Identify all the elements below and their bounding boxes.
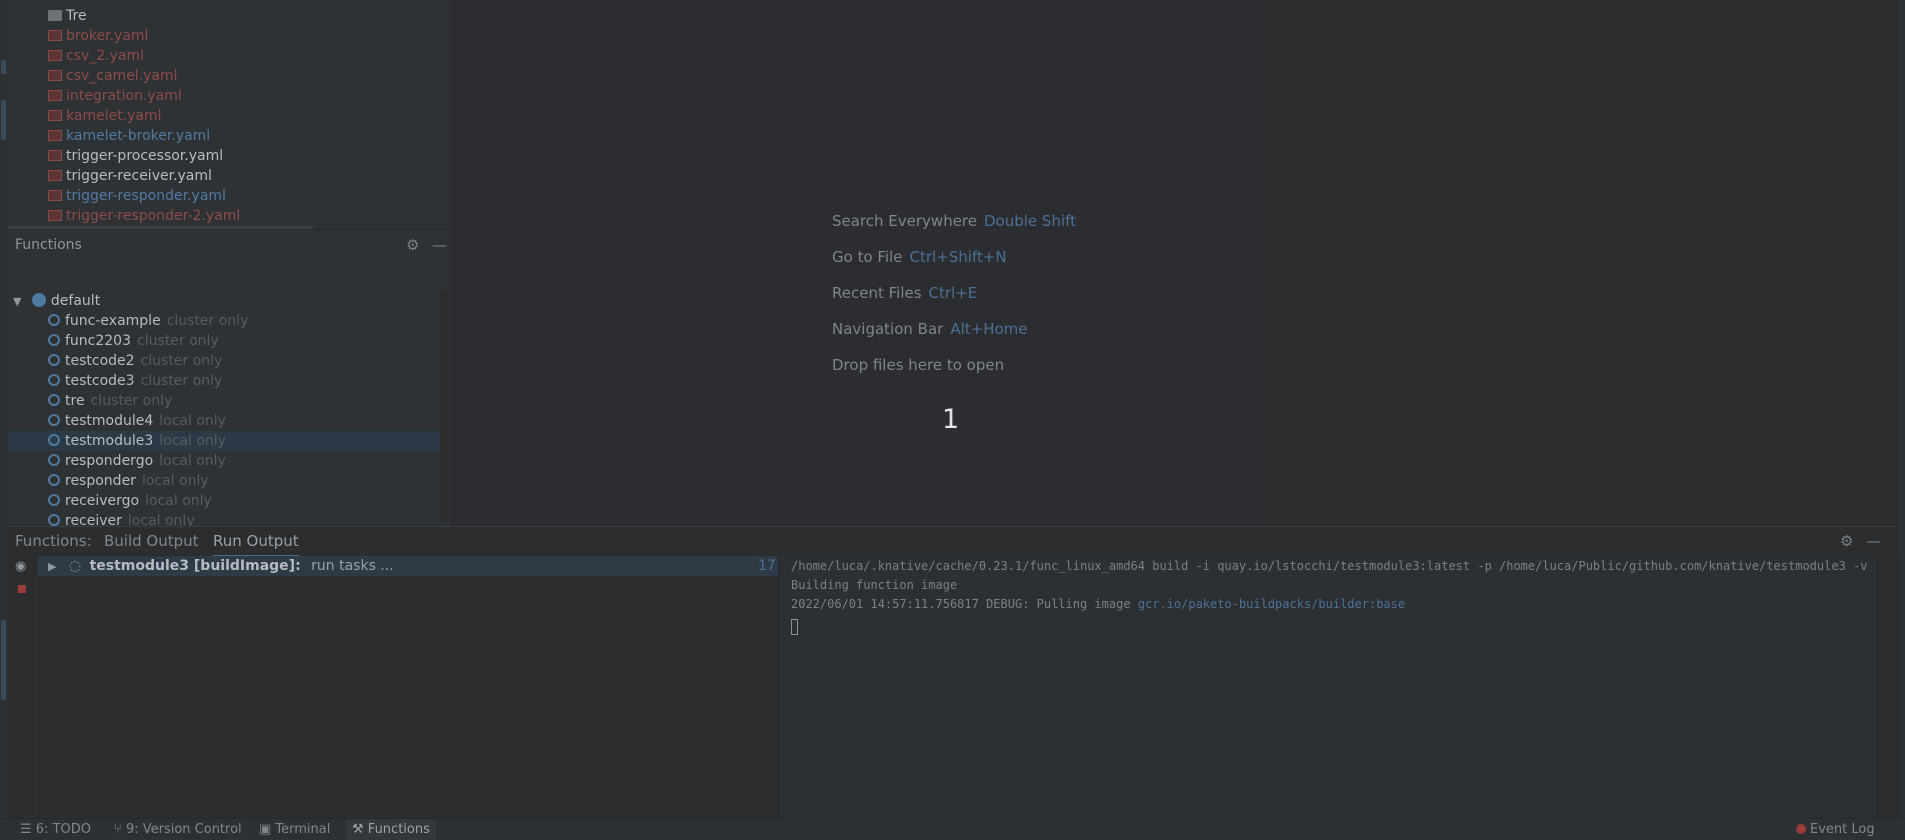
yaml-file-icon	[48, 190, 62, 201]
branch-icon: ⑂	[114, 822, 126, 837]
chevron-down-icon[interactable]: ▼	[13, 295, 21, 308]
console-line: /home/luca/.knative/cache/0.23.1/func_li…	[791, 559, 1868, 573]
globe-icon	[31, 293, 46, 307]
tree-item-file[interactable]: trigger-responder.yaml	[48, 186, 226, 206]
yaml-file-icon	[48, 70, 62, 81]
function-icon	[48, 494, 60, 506]
gear-icon[interactable]: ⚙	[406, 230, 419, 260]
folder-icon	[48, 10, 62, 21]
function-item[interactable]: testcode3 cluster only	[8, 371, 442, 391]
hint-drop-files: Drop files here to open	[832, 356, 1005, 374]
tree-item-file[interactable]: trigger-processor.yaml	[48, 146, 223, 166]
tree-item-file[interactable]: trigger-receiver.yaml	[48, 166, 212, 186]
yaml-file-icon	[48, 150, 62, 161]
step-number-label: 1	[942, 404, 960, 435]
status-item-todo[interactable]: ☰ 6: TODO	[20, 819, 91, 840]
minimize-icon[interactable]: —	[1866, 527, 1881, 555]
function-item[interactable]: func-example cluster only	[8, 311, 442, 331]
run-item-status: run tasks ...	[311, 558, 394, 574]
yaml-file-icon	[48, 170, 62, 181]
gutter-marker	[1, 60, 6, 74]
project-tree: Tre broker.yaml csv_2.yaml csv_camel.yam…	[8, 0, 451, 228]
hint-navigation-bar: Navigation Bar Alt+Home	[832, 320, 1028, 338]
function-icon	[48, 414, 60, 426]
yaml-file-icon	[48, 130, 62, 141]
yaml-file-icon	[48, 210, 62, 221]
spinner-icon: ◌	[68, 558, 82, 574]
tab-bar-prefix: Functions:	[15, 532, 92, 550]
functions-panel: Functions ⚙ — ▼ default func-example clus…	[8, 229, 451, 526]
tree-item-file[interactable]: kamelet-broker.yaml	[48, 126, 210, 146]
status-item-event-log[interactable]: Event Log	[1796, 819, 1875, 840]
run-actions-gutter: ◉	[8, 555, 39, 819]
functions-title: Functions	[15, 237, 82, 253]
function-item[interactable]: testmodule4 local only	[8, 411, 442, 431]
yaml-file-icon	[48, 110, 62, 121]
function-icon	[48, 514, 60, 526]
minimize-icon[interactable]: —	[432, 230, 447, 260]
gear-icon[interactable]: ⚙	[1840, 527, 1853, 555]
console-line: Building function image	[791, 578, 958, 592]
functions-vertical-scrollbar[interactable]	[440, 290, 448, 522]
function-icon	[48, 354, 60, 366]
function-item[interactable]: receivergo local only	[8, 491, 442, 511]
function-item[interactable]: testcode2 cluster only	[8, 351, 442, 371]
stop-icon[interactable]	[18, 585, 26, 593]
status-bar: ☰ 6: TODO ⑂ 9: Version Control ▣ Termina…	[0, 818, 1905, 840]
function-item[interactable]: respondergo local only	[8, 451, 442, 471]
yaml-file-icon	[48, 30, 62, 41]
status-item-version-control[interactable]: ⑂ 9: Version Control	[114, 819, 242, 840]
tab-build-output[interactable]: Build Output	[104, 527, 199, 555]
hint-go-to-file: Go to File Ctrl+Shift+N	[832, 248, 1007, 266]
function-icon	[48, 394, 60, 406]
tree-item-file[interactable]: trigger-responder-2.yaml	[48, 206, 240, 226]
run-output-console[interactable]: /home/luca/.knative/cache/0.23.1/func_li…	[778, 555, 1900, 819]
error-count-badge	[1796, 824, 1806, 834]
function-icon	[48, 454, 60, 466]
functions-header: Functions ⚙ —	[8, 230, 451, 260]
hint-recent-files: Recent Files Ctrl+E	[832, 284, 978, 302]
function-icon	[48, 334, 60, 346]
function-item[interactable]: responder local only	[8, 471, 442, 491]
tab-run-output[interactable]: Run Output	[213, 527, 299, 557]
console-line: 2022/06/01 14:57:11.756817 DEBUG: Pullin…	[791, 597, 1406, 611]
console-scrollbar[interactable]	[1877, 555, 1900, 819]
function-item[interactable]: tre cluster only	[8, 391, 442, 411]
console-link[interactable]: gcr.io/paketo-buildpacks/builder:base	[1138, 597, 1405, 611]
run-item-row[interactable]: ▶ ◌ testmodule3 [buildImage]: run tasks …	[38, 556, 788, 576]
bottom-tool-window: Functions: Build Output Run Output ⚙ — ◉…	[8, 526, 1900, 819]
hammer-icon: ⚒	[352, 822, 368, 837]
console-cursor	[791, 619, 798, 635]
function-icon	[48, 314, 60, 326]
function-icon	[48, 434, 60, 446]
function-icon	[48, 374, 60, 386]
yaml-file-icon	[48, 90, 62, 101]
bottom-tab-bar: Functions: Build Output Run Output ⚙ —	[8, 527, 1896, 557]
tree-item-file[interactable]: kamelet.yaml	[48, 106, 162, 126]
status-item-functions[interactable]: ⚒ Functions	[346, 819, 436, 840]
function-item-selected[interactable]: testmodule3 local only	[8, 431, 442, 451]
list-icon: ☰	[20, 822, 36, 837]
tree-item-file[interactable]: csv_2.yaml	[48, 46, 144, 66]
function-icon	[48, 474, 60, 486]
status-item-terminal[interactable]: ▣ Terminal	[259, 819, 330, 840]
yaml-file-icon	[48, 50, 62, 61]
function-item[interactable]: func2203 cluster only	[8, 331, 442, 351]
tree-item-file[interactable]: broker.yaml	[48, 26, 148, 46]
eye-icon[interactable]: ◉	[15, 559, 26, 574]
tree-item-file[interactable]: csv_camel.yaml	[48, 66, 178, 86]
functions-group[interactable]: ▼ default	[8, 291, 442, 311]
chevron-right-icon[interactable]: ▶	[48, 560, 56, 573]
tree-item-folder[interactable]: Tre	[48, 6, 87, 26]
hint-search-everywhere: Search Everywhere Double Shift	[832, 212, 1077, 230]
terminal-icon: ▣	[259, 822, 276, 837]
tree-item-file[interactable]: integration.yaml	[48, 86, 182, 106]
function-item[interactable]: receiver local only	[8, 511, 442, 526]
run-item-name: testmodule3 [buildImage]:	[89, 558, 301, 574]
gutter-marker	[1, 620, 6, 700]
gutter-marker	[1, 100, 6, 140]
